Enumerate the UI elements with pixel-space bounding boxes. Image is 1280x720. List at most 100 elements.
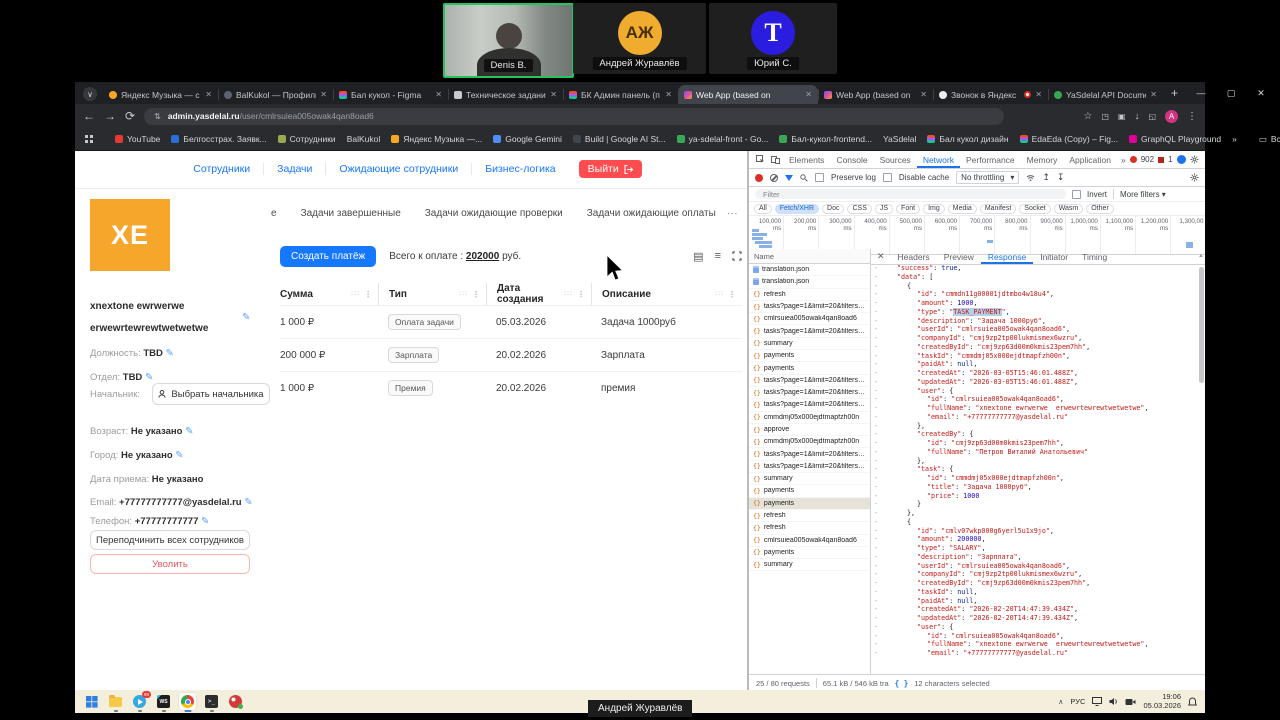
tab-close-icon[interactable]: ✕ — [320, 90, 327, 99]
close-detail-icon[interactable]: ✕ — [871, 251, 891, 262]
reassign-employees-button[interactable]: Переподчинить всех сотрудников — [90, 530, 250, 550]
taskbar-start-icon[interactable] — [83, 693, 100, 710]
network-request-row[interactable]: {} tasks?page=1&limit=20&filters%5... — [749, 387, 870, 400]
tab-close-icon[interactable]: ✕ — [1035, 90, 1042, 99]
scrollbar-up-icon[interactable]: ▲ — [1198, 253, 1204, 259]
network-request-row[interactable]: translation.json — [749, 276, 870, 289]
minimize-button[interactable]: — — [1186, 88, 1216, 98]
filter-chip-JS[interactable]: JS — [874, 203, 894, 214]
drag-handle-icon[interactable]: ::: — [564, 291, 573, 297]
taskbar-chrome-icon[interactable] — [179, 693, 196, 712]
apps-grid-icon[interactable] — [85, 135, 93, 143]
tab-search-icon[interactable]: ∨ — [83, 87, 97, 101]
more-filters-label[interactable]: More filters ▾ — [1120, 190, 1166, 199]
taskbar-explorer-icon[interactable] — [107, 693, 124, 712]
bookmark-item[interactable]: Бал-кукол-frontend... — [779, 134, 872, 144]
column-menu-icon[interactable]: ⋮ — [472, 290, 480, 299]
devtools-tab-application[interactable]: Application — [1063, 151, 1117, 168]
bookmark-item[interactable]: Build | Google AI St... — [572, 134, 666, 144]
bookmark-item[interactable]: ya-sdelal-front - Go... — [676, 134, 768, 144]
network-request-row[interactable]: {} tasks?page=1&limit=20&filters%5... — [749, 399, 870, 412]
notification-bell-icon[interactable] — [1188, 696, 1197, 707]
network-request-row[interactable]: {} cmlrsuiea005owak4qan8oad6 — [749, 313, 870, 326]
browser-tab[interactable]: Web App (based on ✕ — [818, 85, 933, 104]
filter-chip-FetchXHR[interactable]: Fetch/XHR — [774, 203, 820, 214]
speaker-icon[interactable] — [1109, 697, 1118, 706]
network-request-row[interactable]: {} refresh — [749, 289, 870, 301]
browser-profile-avatar[interactable]: A — [1165, 109, 1178, 123]
device-toolbar-icon[interactable] — [771, 155, 780, 164]
monitor-icon[interactable] — [1092, 697, 1103, 706]
taskbar-webstorm-icon[interactable]: WS — [155, 693, 172, 712]
table-row[interactable]: 1 000 ₽ Оплата задачи 05.03.2026 Задача 100… — [280, 305, 742, 338]
export-har-icon[interactable]: ↧ — [1057, 172, 1065, 183]
taskbar-security-icon[interactable] — [227, 693, 244, 710]
select-manager-button[interactable]: Выбрать начальника — [152, 383, 270, 405]
filter-icon[interactable] — [785, 174, 793, 181]
network-request-row[interactable]: {} payments — [749, 547, 870, 560]
network-request-row[interactable]: translation.json — [749, 264, 870, 277]
bookmark-item[interactable]: EdaEda (Copy) – Fig... — [1019, 134, 1118, 144]
filter-chip-Doc[interactable]: Doc — [822, 203, 845, 214]
devtools-tab-performance[interactable]: Performance — [960, 151, 1021, 168]
column-menu-icon[interactable]: ⋮ — [364, 290, 372, 299]
bookmark-item[interactable]: BalKukol — [347, 134, 381, 144]
network-request-row[interactable]: {} summary — [749, 559, 870, 572]
tab-close-icon[interactable]: ✕ — [665, 90, 672, 99]
devtools-tab-elements[interactable]: Elements — [783, 151, 830, 168]
inspect-element-icon[interactable] — [756, 155, 765, 164]
edit-field-icon[interactable]: ✎ — [145, 372, 153, 383]
devtools-settings-gear-icon[interactable] — [1190, 155, 1199, 164]
create-payment-button[interactable]: Создать платёж — [280, 245, 377, 267]
request-list-header[interactable]: Name — [749, 249, 870, 264]
density-icon[interactable]: ≡ — [715, 250, 721, 262]
bookmark-item[interactable]: Google Gemini — [493, 134, 562, 144]
network-request-row[interactable]: {} refresh — [749, 522, 870, 535]
network-request-row[interactable]: {} tasks?page=1&limit=20&filters%5... — [749, 375, 870, 387]
edit-field-icon[interactable]: ✎ — [201, 516, 209, 527]
devtools-tab-sources[interactable]: Sources — [874, 151, 917, 168]
tab-close-icon[interactable]: ✕ — [1150, 90, 1157, 99]
import-har-icon[interactable]: ↥ — [1042, 172, 1050, 183]
network-request-row[interactable]: {} tasks?page=1&limit=20&filters%5... — [749, 301, 870, 314]
app-tab[interactable]: Задачи ожидающие оплаты — [587, 208, 716, 219]
network-conditions-icon[interactable] — [1026, 174, 1035, 182]
taskbar-clock[interactable]: 19:06 05.03.2026 — [1143, 692, 1181, 710]
bookmarks-overflow-icon[interactable]: » — [1232, 134, 1237, 144]
bookmark-item[interactable]: GraphQL Playground — [1129, 134, 1221, 144]
filter-chip-Other[interactable]: Other — [1086, 203, 1114, 214]
issue-count-icon[interactable] — [1158, 156, 1165, 163]
network-request-row[interactable]: {} approve — [749, 424, 870, 437]
filter-chip-All[interactable]: All — [754, 203, 772, 214]
edit-field-icon[interactable]: ✎ — [185, 426, 193, 437]
site-settings-icon[interactable]: ⇅ — [154, 112, 161, 121]
error-count-icon[interactable] — [1129, 156, 1137, 163]
network-request-row[interactable]: {} payments — [749, 350, 870, 363]
close-button[interactable]: ✕ — [1246, 88, 1276, 99]
detail-tab-headers[interactable]: Headers — [891, 249, 937, 264]
network-request-row[interactable]: {} tasks?page=1&limit=20&filters%5... — [749, 461, 870, 474]
detail-tab-response[interactable]: Response — [981, 249, 1033, 264]
camera-icon[interactable] — [1125, 698, 1136, 706]
devtools-tab-network[interactable]: Network — [917, 151, 960, 168]
extension-icon-1[interactable]: ◳ — [1101, 112, 1109, 121]
network-request-row[interactable]: {} cmmdmj05x000ejdtmapfzh00n — [749, 436, 870, 449]
detail-tab-preview[interactable]: Preview — [937, 249, 981, 264]
tab-close-icon[interactable]: ✕ — [805, 90, 812, 99]
network-request-row[interactable]: {} summary — [749, 473, 870, 486]
drag-handle-icon[interactable]: ::: — [351, 291, 360, 297]
throttling-select[interactable]: No throttling ▾ — [956, 171, 1020, 184]
taskbar-terminal-icon[interactable]: >_ — [203, 693, 220, 712]
format-json-icon[interactable]: { } — [895, 679, 909, 688]
record-network-icon[interactable] — [755, 173, 763, 182]
detail-tab-timing[interactable]: Timing — [1075, 249, 1114, 264]
network-request-row[interactable]: {} payments — [749, 362, 870, 375]
drag-handle-icon[interactable]: ::: — [715, 291, 724, 297]
network-request-row[interactable]: {} payments — [749, 497, 870, 510]
tab-close-icon[interactable]: ✕ — [550, 90, 557, 99]
bookmark-item[interactable]: Яндекс Музыка —... — [391, 134, 482, 144]
devtools-tab-console[interactable]: Console — [830, 151, 873, 168]
response-json-view[interactable]: - "success": true, - "data": [-{- "id": "cmm… — [871, 264, 1205, 674]
nav-item-Сотрудники[interactable]: Сотрудники — [180, 163, 265, 175]
app-tab[interactable]: Задачи ожидающие проверки — [425, 208, 563, 219]
